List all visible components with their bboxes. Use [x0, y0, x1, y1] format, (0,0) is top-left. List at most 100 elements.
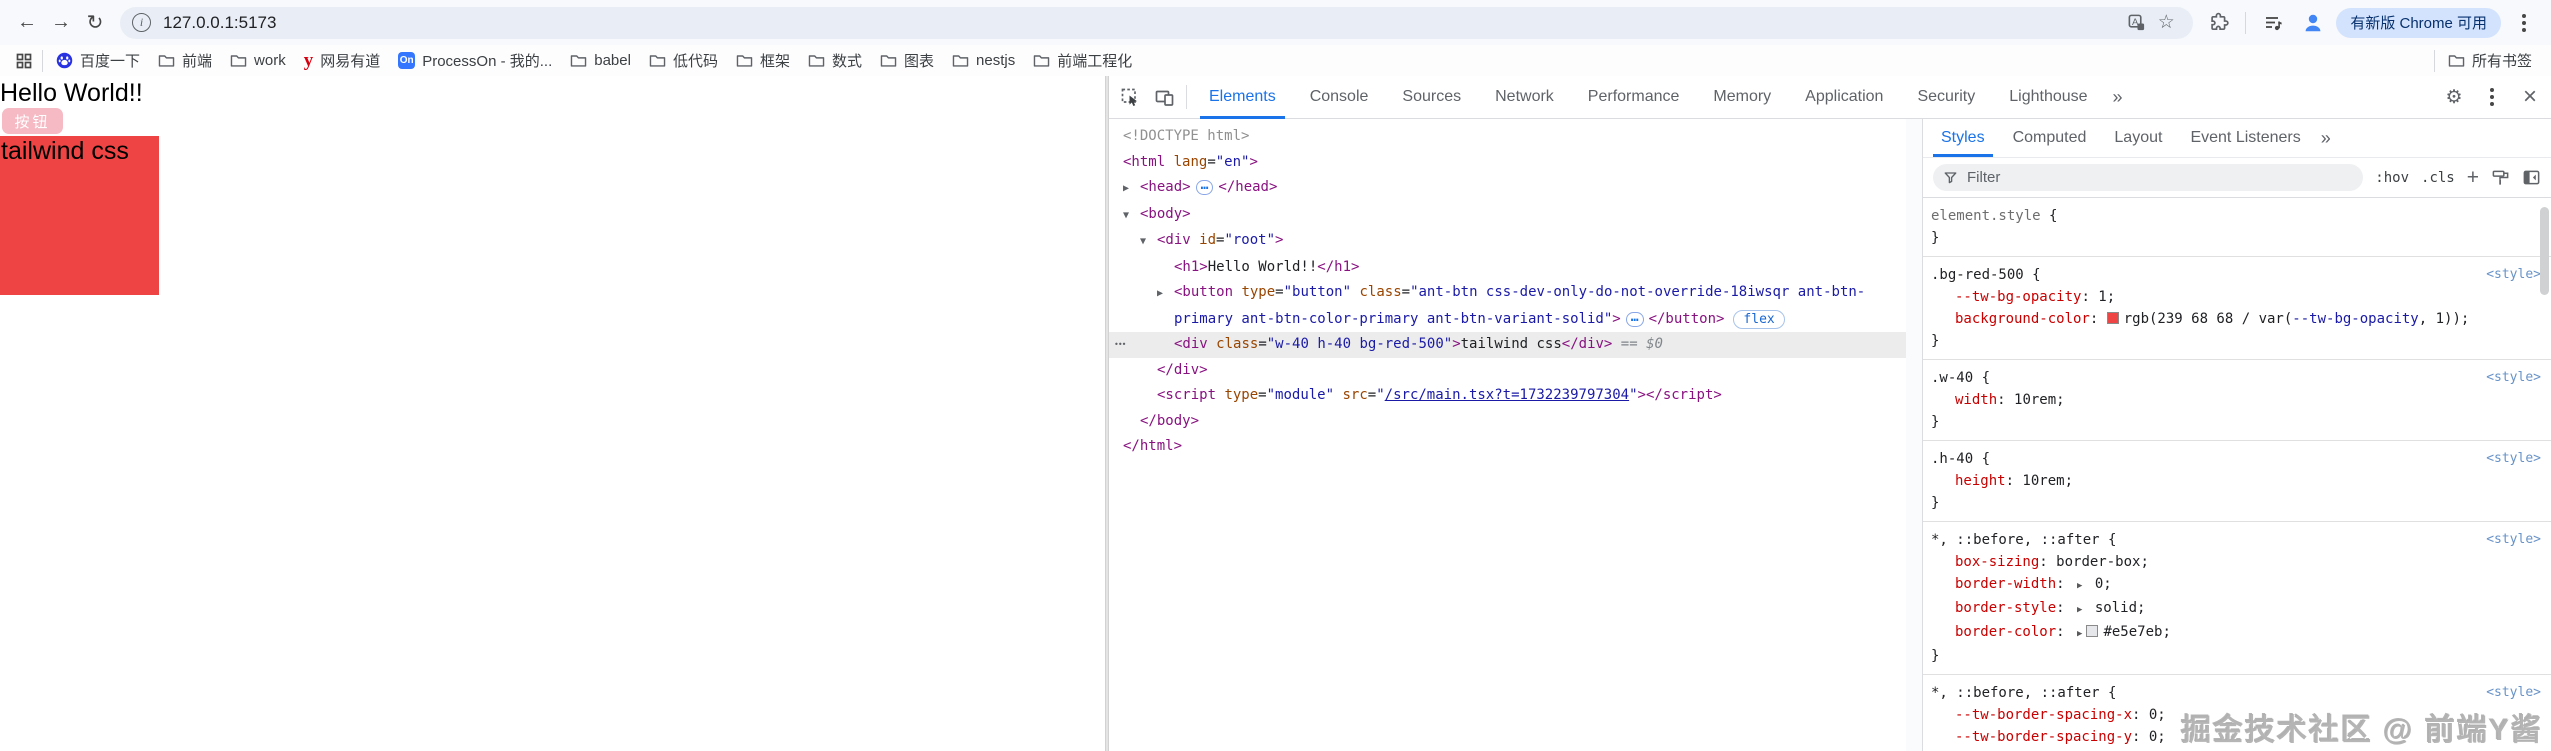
expander-open-icon[interactable]: ▼: [1140, 229, 1157, 255]
forward-icon[interactable]: →: [44, 6, 78, 40]
translate-icon[interactable]: A: [2121, 8, 2151, 38]
devtools-tab-lighthouse[interactable]: Lighthouse: [1992, 76, 2104, 119]
style-rule[interactable]: .w-40 {<style>width: 10rem;}: [1923, 360, 2551, 441]
bookmark-item[interactable]: work: [221, 50, 295, 71]
dom-line[interactable]: ▶<head>…</head>: [1109, 175, 1922, 202]
rule-selector[interactable]: *, ::before, ::after: [1931, 532, 2100, 548]
address-bar[interactable]: i 127.0.0.1:5173 A ☆: [120, 7, 2193, 39]
dom-scrollbar[interactable]: [1906, 119, 1922, 751]
style-declaration[interactable]: border-style: ▶ solid;: [1931, 597, 2551, 621]
expander-closed-icon[interactable]: ▶: [2077, 599, 2082, 621]
rule-selector[interactable]: .bg-red-500: [1931, 267, 2024, 283]
extensions-puzzle-icon[interactable]: [2201, 6, 2235, 40]
url-text[interactable]: 127.0.0.1:5173: [163, 13, 276, 33]
dom-line[interactable]: <html lang="en">: [1109, 150, 1922, 176]
devtools-tab-memory[interactable]: Memory: [1696, 76, 1788, 119]
rule-selector[interactable]: *, ::before, ::after: [1931, 685, 2100, 701]
expander-closed-icon[interactable]: ▶: [1123, 176, 1140, 202]
devtools-tab-sources[interactable]: Sources: [1385, 76, 1478, 119]
dom-line[interactable]: </div>: [1109, 358, 1922, 384]
sidebar-more-tabs-chevron-icon[interactable]: »: [2315, 119, 2337, 157]
more-tabs-chevron-icon[interactable]: »: [2105, 76, 2131, 119]
expander-closed-icon[interactable]: ▶: [2077, 575, 2082, 597]
dom-line[interactable]: ▼<body>: [1109, 202, 1922, 229]
devtools-tab-security[interactable]: Security: [1900, 76, 1992, 119]
sidebar-tab-computed[interactable]: Computed: [1999, 119, 2101, 157]
expander-open-icon[interactable]: ▼: [1123, 203, 1140, 229]
devtools-tab-console[interactable]: Console: [1293, 76, 1386, 119]
bookmark-item[interactable]: y网易有道: [295, 48, 390, 73]
style-declaration[interactable]: box-sizing: border-box;: [1931, 551, 2551, 573]
bookmark-item[interactable]: OnProcessOn - 我的...: [389, 48, 561, 73]
class-toggle[interactable]: .cls: [2421, 170, 2455, 186]
style-declaration[interactable]: border-width: ▶ 0;: [1931, 573, 2551, 597]
page-antd-button[interactable]: 按钮: [2, 108, 63, 134]
bookmark-item[interactable]: 低代码: [640, 48, 727, 73]
bookmark-item[interactable]: 前端: [149, 48, 221, 73]
all-bookmarks-button[interactable]: 所有书签: [2439, 48, 2541, 73]
bookmark-item[interactable]: nestjs: [943, 50, 1024, 71]
code-token[interactable]: /src/main.tsx?t=1732239797304: [1385, 387, 1629, 403]
style-declaration[interactable]: border-color: ▶#e5e7eb;: [1931, 621, 2551, 645]
reload-icon[interactable]: ↻: [78, 6, 112, 40]
bookmark-item[interactable]: 框架: [727, 48, 799, 73]
expander-closed-icon[interactable]: ▶: [2077, 623, 2082, 645]
sidebar-tab-layout[interactable]: Layout: [2100, 119, 2176, 157]
bookmark-item[interactable]: babel: [561, 50, 640, 71]
dom-line[interactable]: ▶<button type="button" class="ant-btn cs…: [1109, 280, 1922, 307]
color-swatch[interactable]: [2086, 625, 2098, 637]
style-declaration[interactable]: height: 10rem;: [1931, 470, 2551, 492]
dom-line[interactable]: </body>: [1109, 409, 1922, 435]
device-toolbar-icon[interactable]: [1147, 80, 1181, 114]
style-rule[interactable]: .h-40 {<style>height: 10rem;}: [1923, 441, 2551, 522]
chrome-update-button[interactable]: 有新版 Chrome 可用: [2336, 8, 2501, 38]
style-rule[interactable]: *, ::before, ::after {<style>box-sizing:…: [1923, 522, 2551, 675]
dom-line[interactable]: <script type="module" src="/src/main.tsx…: [1109, 383, 1922, 409]
dom-gutter-menu-icon[interactable]: •••: [1114, 332, 1125, 358]
sidebar-tab-styles[interactable]: Styles: [1927, 119, 1999, 157]
dom-line[interactable]: ▼<div id="root">: [1109, 228, 1922, 255]
dom-line[interactable]: </html>: [1109, 434, 1922, 460]
inspect-element-icon[interactable]: [1113, 80, 1147, 114]
rule-selector[interactable]: element.style: [1931, 208, 2041, 224]
dom-line[interactable]: <h1>Hello World!!</h1>: [1109, 255, 1922, 281]
expand-inline-icon[interactable]: …: [1626, 312, 1644, 327]
bookmark-star-icon[interactable]: ☆: [2151, 8, 2181, 38]
devtools-tab-application[interactable]: Application: [1788, 76, 1900, 119]
style-rule[interactable]: .bg-red-500 {<style>--tw-bg-opacity: 1;b…: [1923, 257, 2551, 360]
stylesheet-source-link[interactable]: <style>: [2486, 682, 2541, 704]
devtools-tab-network[interactable]: Network: [1478, 76, 1571, 119]
profile-avatar[interactable]: [2296, 6, 2330, 40]
sidebar-tab-event-listeners[interactable]: Event Listeners: [2176, 119, 2314, 157]
devtools-tab-performance[interactable]: Performance: [1571, 76, 1697, 119]
rule-selector[interactable]: .h-40: [1931, 451, 1973, 467]
dock-sidebar-icon[interactable]: [2522, 168, 2541, 187]
bookmark-item[interactable]: 数式: [799, 48, 871, 73]
expand-inline-icon[interactable]: …: [1196, 180, 1214, 195]
expander-closed-icon[interactable]: ▶: [1157, 281, 1174, 307]
rule-selector[interactable]: .w-40: [1931, 370, 1973, 386]
rendering-brush-icon[interactable]: [2491, 168, 2510, 187]
apps-grid-icon[interactable]: [10, 47, 38, 75]
dom-line-selected[interactable]: •••<div class="w-40 h-40 bg-red-500">tai…: [1109, 332, 1922, 358]
styles-filter-input[interactable]: Filter: [1933, 164, 2363, 191]
bookmark-item[interactable]: 前端工程化: [1024, 48, 1141, 73]
hover-state-toggle[interactable]: :hov: [2375, 170, 2409, 186]
style-declaration[interactable]: background-color: rgb(239 68 68 / var(--…: [1931, 308, 2551, 330]
bookmark-item[interactable]: 百度一下: [47, 48, 149, 73]
devtools-tab-elements[interactable]: Elements: [1192, 76, 1293, 119]
style-declaration[interactable]: --tw-bg-opacity: 1;: [1931, 286, 2551, 308]
devtools-close-icon[interactable]: ×: [2513, 80, 2547, 114]
bookmark-item[interactable]: 图表: [871, 48, 943, 73]
site-info-icon[interactable]: i: [132, 13, 151, 32]
devtools-settings-gear-icon[interactable]: ⚙: [2437, 80, 2471, 114]
stylesheet-source-link[interactable]: <style>: [2486, 529, 2541, 551]
new-style-rule-icon[interactable]: +: [2467, 168, 2479, 188]
devtools-menu-kebab-icon[interactable]: [2475, 80, 2509, 114]
style-rule[interactable]: element.style {}: [1923, 198, 2551, 257]
styles-scrollbar-thumb[interactable]: [2540, 207, 2549, 295]
dom-line[interactable]: primary ant-btn-color-primary ant-btn-va…: [1109, 307, 1922, 333]
stylesheet-source-link[interactable]: <style>: [2486, 367, 2541, 389]
browser-menu-kebab-icon[interactable]: [2507, 6, 2541, 40]
stylesheet-source-link[interactable]: <style>: [2486, 448, 2541, 470]
